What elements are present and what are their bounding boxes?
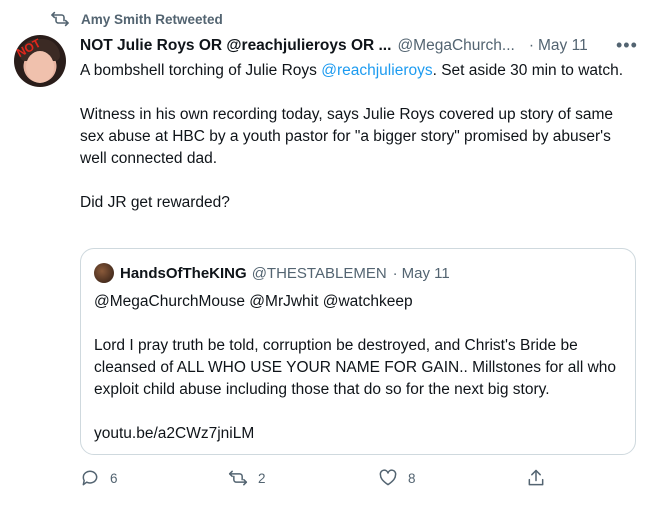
user-handle[interactable]: @MegaChurch...	[397, 37, 514, 55]
tweet-header: NOT Julie Roys OR @reachjulieroys OR ...…	[80, 35, 640, 57]
quoted-separator: ·	[392, 264, 398, 282]
action-bar: 6 2 8	[80, 468, 560, 492]
quoted-avatar	[94, 263, 114, 283]
quoted-tweet-text: @MegaChurchMouse @MrJwhit @watchkeep Lor…	[94, 291, 624, 445]
reply-icon	[82, 470, 98, 486]
tweet-paragraph-3: Did JR get rewarded?	[80, 194, 230, 211]
quoted-tweet[interactable]: HandsOfTheKING @THESTABLEMEN · May 11 @M…	[80, 248, 636, 455]
separator: ·	[528, 37, 535, 54]
like-count: 8	[408, 470, 416, 486]
like-button[interactable]: 8	[378, 468, 416, 488]
quoted-body: Lord I pray truth be told, corruption be…	[94, 337, 616, 398]
mention-link[interactable]: @reachjulieroys	[321, 62, 432, 79]
retweet-count: 2	[258, 470, 266, 486]
share-icon	[528, 469, 544, 486]
retweet-action-icon	[228, 470, 248, 486]
retweet-banner[interactable]: Amy Smith Retweeted	[81, 12, 223, 27]
quoted-reply-to: @MegaChurchMouse @MrJwhit @watchkeep	[94, 293, 413, 310]
tweet-text-part: . Set aside 30 min to watch.	[432, 62, 624, 79]
quoted-tweet-header: HandsOfTheKING @THESTABLEMEN · May 11	[94, 263, 450, 283]
reply-button[interactable]: 6	[80, 468, 118, 488]
tweet-text-part: A bombshell torching of Julie Roys	[80, 62, 322, 79]
tweet-paragraph-2: Witness in his own recording today, says…	[80, 106, 613, 167]
display-name[interactable]: NOT Julie Roys OR @reachjulieroys OR ...	[80, 37, 391, 55]
share-button[interactable]	[526, 468, 556, 488]
tweet-paragraph-1: A bombshell torching of Julie Roys @reac…	[80, 60, 640, 82]
retweet-icon	[51, 11, 69, 27]
tweet-text: A bombshell torching of Julie Roys @reac…	[80, 60, 640, 214]
quoted-date: May 11	[401, 264, 450, 282]
quoted-display-name: HandsOfTheKING	[120, 264, 247, 282]
avatar[interactable]: NOT	[14, 35, 66, 87]
more-options-icon[interactable]: •••	[616, 35, 638, 56]
quoted-user-handle: @THESTABLEMEN	[251, 264, 387, 282]
heart-icon	[379, 469, 397, 486]
quoted-link: youtu.be/a2CWz7jniLM	[94, 425, 255, 442]
tweet-date[interactable]: May 11	[538, 37, 588, 55]
reply-count: 6	[110, 470, 118, 486]
retweet-button[interactable]: 2	[228, 468, 266, 488]
